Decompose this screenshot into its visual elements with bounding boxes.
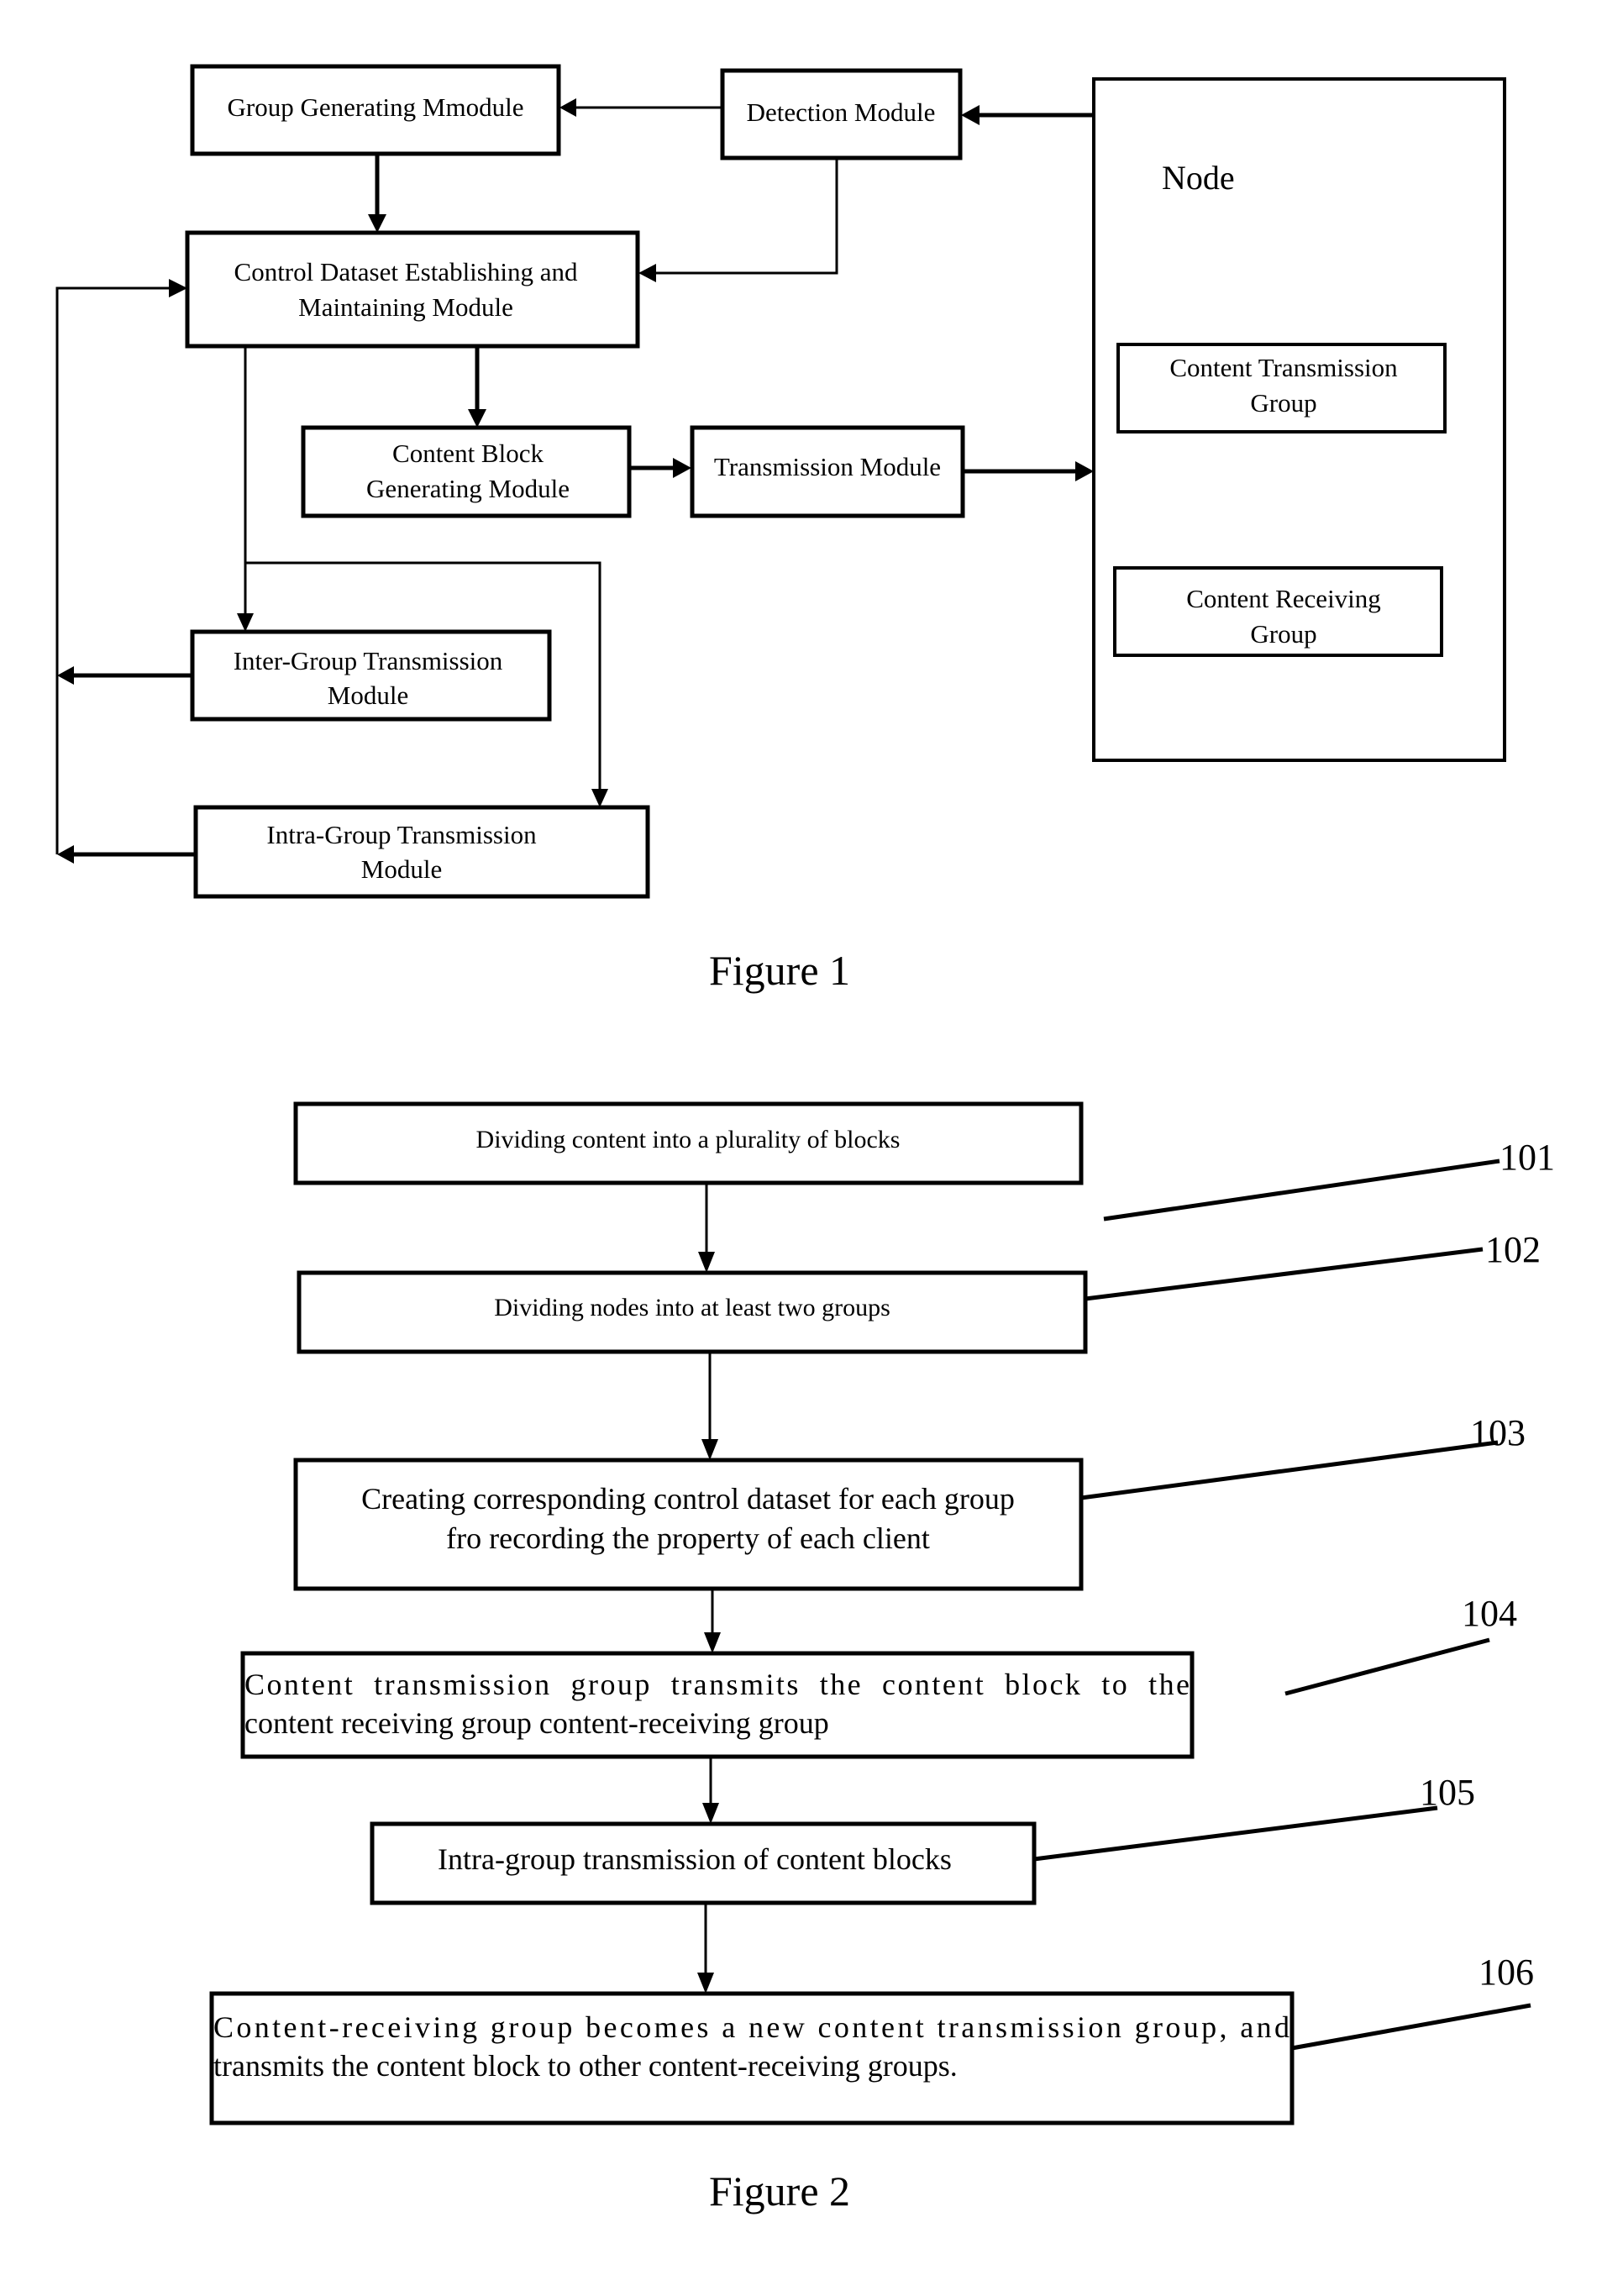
leader-101 bbox=[1103, 1159, 1500, 1222]
inter-group-module-label-line1: Inter-Group Transmission bbox=[234, 646, 503, 675]
arrowhead-down-icon bbox=[591, 789, 608, 807]
content-receiving-group: Content Receiving Group bbox=[1113, 566, 1443, 657]
figure-1: Group Generating Mmodule Detection Modul… bbox=[55, 64, 1506, 994]
connector-detection-to-control bbox=[651, 158, 838, 275]
step-102-text: Dividing nodes into at least two groups bbox=[494, 1294, 890, 1321]
figure-2-caption: Figure 2 bbox=[709, 2167, 850, 2215]
ref-102: 102 bbox=[1485, 1229, 1541, 1270]
arrowhead-right-icon bbox=[673, 458, 691, 478]
step-105: Intra-group transmission of content bloc… bbox=[370, 1821, 1037, 1905]
leader-106 bbox=[1291, 2003, 1531, 2051]
arrowhead-left-icon bbox=[559, 98, 576, 117]
leader-105 bbox=[1033, 1805, 1438, 1862]
group-generating-module: Group Generating Mmodule bbox=[190, 64, 561, 156]
figure-1-caption: Figure 1 bbox=[709, 947, 850, 994]
figure-2: Dividing content into a plurality of blo… bbox=[209, 1101, 1555, 2215]
arrowhead-down-icon bbox=[468, 409, 486, 428]
inter-group-transmission-module: Inter-Group Transmission Module bbox=[190, 629, 552, 722]
feedback-rail bbox=[55, 286, 175, 854]
ref-104: 104 bbox=[1462, 1593, 1517, 1634]
ref-103: 103 bbox=[1470, 1412, 1526, 1453]
arrowhead-down-icon bbox=[701, 1439, 718, 1460]
content-block-module-label-line2: Generating Module bbox=[366, 474, 570, 503]
step-103-text-line1: Creating corresponding control dataset f… bbox=[361, 1482, 1015, 1516]
leader-102 bbox=[1085, 1247, 1484, 1301]
arrowhead-left-icon bbox=[961, 105, 980, 125]
arrowhead-down-icon bbox=[237, 613, 254, 632]
control-dataset-module-label-line1: Control Dataset Establishing and bbox=[234, 257, 578, 286]
control-dataset-module-label-line2: Maintaining Module bbox=[298, 292, 513, 322]
step-106-text-line1: Content-receiving group becomes a new co… bbox=[213, 2010, 1289, 2044]
step-101: Dividing content into a plurality of blo… bbox=[293, 1101, 1084, 1185]
intra-group-transmission-module: Intra-Group Transmission Module bbox=[193, 805, 650, 899]
ref-106: 106 bbox=[1479, 1952, 1534, 1993]
step-103: Creating corresponding control dataset f… bbox=[293, 1458, 1084, 1591]
arrowhead-down-icon bbox=[698, 1252, 715, 1273]
content-receiving-group-label-line2: Group bbox=[1250, 619, 1316, 649]
arrowhead-down-icon bbox=[368, 214, 386, 233]
detection-module-label: Detection Module bbox=[747, 97, 936, 127]
step-106: Content-receiving group becomes a new co… bbox=[209, 1991, 1295, 2125]
arrowhead-right-icon bbox=[169, 279, 187, 297]
content-transmission-group-label-line2: Group bbox=[1250, 388, 1316, 418]
reference-numerals: 101 102 103 104 105 106 bbox=[1033, 1137, 1555, 2051]
step-106-text-line2: transmits the content block to other con… bbox=[213, 2049, 958, 2083]
arrowhead-left-icon bbox=[638, 264, 656, 282]
group-generating-module-label: Group Generating Mmodule bbox=[228, 92, 524, 122]
arrowhead-down-icon bbox=[704, 1632, 721, 1653]
control-dataset-module: Control Dataset Establishing and Maintai… bbox=[185, 230, 640, 349]
inter-group-module-label-line2: Module bbox=[328, 680, 408, 710]
content-transmission-group: Content Transmission Group bbox=[1116, 343, 1447, 433]
arrowhead-down-icon bbox=[697, 1973, 714, 1994]
node-container: Node Content Transmission Group Content … bbox=[1092, 77, 1506, 762]
content-transmission-group-label-line1: Content Transmission bbox=[1169, 353, 1398, 382]
step-101-text: Dividing content into a plurality of blo… bbox=[476, 1126, 901, 1153]
ref-105: 105 bbox=[1420, 1772, 1475, 1813]
ref-101: 101 bbox=[1500, 1137, 1555, 1178]
intra-group-module-label-line1: Intra-Group Transmission bbox=[266, 820, 537, 849]
leader-104 bbox=[1284, 1637, 1490, 1696]
transmission-module-label: Transmission Module bbox=[714, 452, 941, 481]
patent-drawing-sheet: Group Generating Mmodule Detection Modul… bbox=[55, 64, 1555, 2215]
arrowhead-right-icon bbox=[1075, 461, 1094, 481]
intra-group-module-label-line2: Module bbox=[361, 854, 442, 884]
content-block-generating-module: Content Block Generating Module bbox=[301, 425, 632, 518]
arrowhead-down-icon bbox=[702, 1803, 719, 1824]
arrowhead-left-icon bbox=[57, 666, 74, 685]
content-receiving-group-label-line1: Content Receiving bbox=[1186, 584, 1381, 613]
detection-module: Detection Module bbox=[720, 68, 963, 160]
arrowhead-left-icon bbox=[57, 845, 74, 864]
step-102: Dividing nodes into at least two groups bbox=[297, 1270, 1088, 1354]
content-block-module-label-line1: Content Block bbox=[392, 439, 544, 468]
step-104: Content transmission group transmits the… bbox=[240, 1651, 1195, 1759]
leader-103 bbox=[1080, 1440, 1499, 1500]
step-103-text-line2: fro recording the property of each clien… bbox=[446, 1521, 930, 1555]
step-104-text-line2: content receiving group content-receivin… bbox=[244, 1706, 829, 1740]
node-title: Node bbox=[1162, 159, 1235, 197]
transmission-module: Transmission Module bbox=[690, 425, 965, 518]
step-105-text: Intra-group transmission of content bloc… bbox=[438, 1842, 952, 1876]
